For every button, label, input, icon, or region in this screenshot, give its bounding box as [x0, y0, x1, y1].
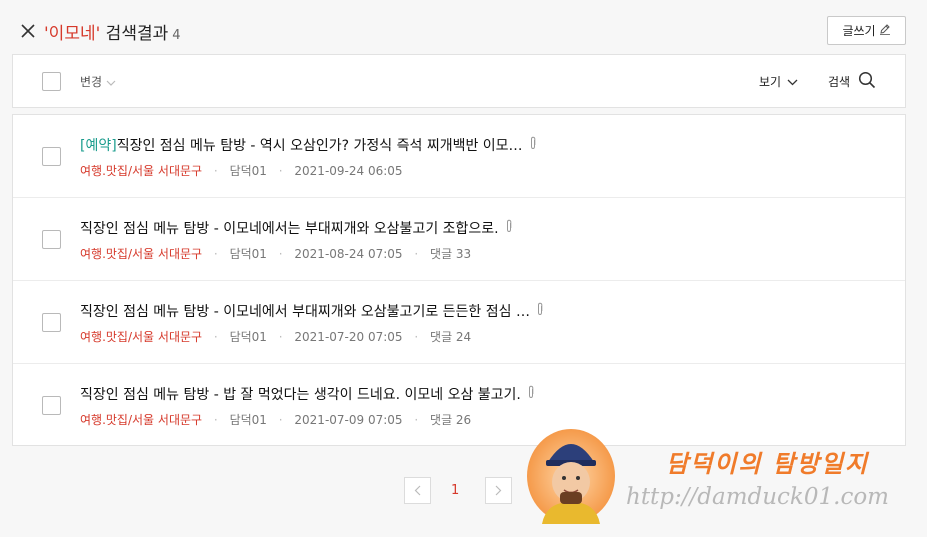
- meta-separator: ·: [278, 330, 283, 344]
- meta-separator: ·: [414, 330, 419, 344]
- select-all-checkbox[interactable]: [42, 72, 61, 91]
- post-date: 2021-09-24 06:05: [294, 164, 403, 178]
- meta-separator: ·: [414, 247, 419, 261]
- watermark-title: 담덕이의 탐방일지: [666, 450, 869, 478]
- post-checkbox[interactable]: [42, 230, 61, 249]
- post-row[interactable]: 직장인 점심 메뉴 탐방 - 이모네에서는 부대찌개와 오삼불고기 조합으로. …: [13, 198, 905, 281]
- view-label: 보기: [759, 75, 782, 89]
- page-title: '이모네' 검색결과 4: [44, 19, 181, 44]
- post-title-link[interactable]: 직장인 점심 메뉴 탐방 - 이모네에서는 부대찌개와 오삼불고기 조합으로.: [80, 218, 513, 238]
- chevron-down-icon: [106, 75, 116, 89]
- post-comments[interactable]: 댓글 24: [430, 330, 471, 344]
- post-tag: [예약]: [80, 138, 117, 154]
- meta-separator: ·: [278, 247, 283, 261]
- next-page-button[interactable]: [485, 477, 512, 504]
- change-label: 변경: [80, 75, 103, 89]
- meta-separator: ·: [213, 247, 218, 261]
- post-date: 2021-07-09 07:05: [294, 413, 403, 427]
- post-author[interactable]: 담덕01: [230, 247, 267, 261]
- chevron-left-icon: [414, 485, 421, 496]
- chevron-right-icon: [495, 485, 502, 496]
- search-keyword: '이모네': [44, 24, 101, 44]
- page-number-current[interactable]: 1: [451, 483, 459, 498]
- meta-separator: ·: [213, 413, 218, 427]
- post-author[interactable]: 담덕01: [230, 413, 267, 427]
- post-date: 2021-08-24 07:05: [294, 247, 403, 261]
- post-checkbox[interactable]: [42, 313, 61, 332]
- meta-separator: ·: [278, 413, 283, 427]
- post-checkbox[interactable]: [42, 396, 61, 415]
- meta-separator: ·: [414, 413, 419, 427]
- meta-separator: ·: [278, 164, 283, 178]
- blog-watermark: 담덕이의 탐방일지 http://damduck01.com: [526, 428, 926, 528]
- pencil-icon: [879, 23, 891, 38]
- post-title-link[interactable]: 직장인 점심 메뉴 탐방 - 밥 잘 먹었다는 생각이 드네요. 이모네 오삼 …: [80, 384, 535, 404]
- post-author[interactable]: 담덕01: [230, 164, 267, 178]
- search-icon: [858, 71, 876, 92]
- post-comments[interactable]: 댓글 26: [430, 413, 471, 427]
- post-category[interactable]: 여행.맛집/서울 서대문구: [80, 330, 202, 344]
- post-comments[interactable]: 댓글 33: [430, 247, 471, 261]
- post-title: 직장인 점심 메뉴 탐방 - 밥 잘 먹었다는 생각이 드네요. 이모네 오삼 …: [80, 387, 521, 403]
- post-meta: 여행.맛집/서울 서대문구 · 담덕01 · 2021-08-24 07:05 …: [80, 245, 471, 262]
- post-category[interactable]: 여행.맛집/서울 서대문구: [80, 164, 202, 178]
- prev-page-button[interactable]: [404, 477, 431, 504]
- attachment-clip-icon: [505, 219, 513, 237]
- post-title: 직장인 점심 메뉴 탐방 - 이모네에서 부대찌개와 오삼불고기로 든든한 점심…: [80, 304, 530, 320]
- write-label: 글쓰기: [842, 24, 876, 38]
- post-title-link[interactable]: 직장인 점심 메뉴 탐방 - 이모네에서 부대찌개와 오삼불고기로 든든한 점심…: [80, 301, 544, 321]
- post-category[interactable]: 여행.맛집/서울 서대문구: [80, 247, 202, 261]
- attachment-clip-icon: [536, 302, 544, 320]
- chevron-down-icon: [787, 75, 798, 89]
- post-row[interactable]: 직장인 점심 메뉴 탐방 - 이모네에서 부대찌개와 오삼불고기로 든든한 점심…: [13, 281, 905, 364]
- search-header: '이모네' 검색결과 4 글쓰기: [0, 0, 927, 62]
- list-toolbar: 변경 보기 검색: [12, 54, 906, 108]
- post-checkbox[interactable]: [42, 147, 61, 166]
- post-title-link[interactable]: [예약] 직장인 점심 메뉴 탐방 - 역시 오삼인가? 가정식 즉석 찌개백반…: [80, 135, 537, 155]
- write-button[interactable]: 글쓰기: [827, 16, 906, 45]
- post-date: 2021-07-20 07:05: [294, 330, 403, 344]
- post-row[interactable]: [예약] 직장인 점심 메뉴 탐방 - 역시 오삼인가? 가정식 즉석 찌개백반…: [13, 115, 905, 198]
- post-list: [예약] 직장인 점심 메뉴 탐방 - 역시 오삼인가? 가정식 즉석 찌개백반…: [12, 114, 906, 446]
- pagination: 1: [404, 477, 514, 505]
- view-dropdown[interactable]: 보기: [759, 73, 798, 90]
- attachment-clip-icon: [527, 385, 535, 403]
- post-title: 직장인 점심 메뉴 탐방 - 이모네에서는 부대찌개와 오삼불고기 조합으로.: [80, 221, 499, 237]
- meta-separator: ·: [213, 330, 218, 344]
- post-meta: 여행.맛집/서울 서대문구 · 담덕01 · 2021-09-24 06:05 …: [80, 162, 403, 179]
- mascot-avatar: [526, 428, 616, 524]
- post-meta: 여행.맛집/서울 서대문구 · 담덕01 · 2021-07-09 07:05 …: [80, 411, 471, 428]
- title-suffix: 검색결과: [100, 24, 169, 44]
- post-author[interactable]: 담덕01: [230, 330, 267, 344]
- result-count: 4: [172, 28, 181, 43]
- post-category[interactable]: 여행.맛집/서울 서대문구: [80, 413, 202, 427]
- close-icon[interactable]: [19, 22, 37, 40]
- change-dropdown[interactable]: 변경: [80, 73, 116, 90]
- search-label: 검색: [828, 75, 851, 89]
- meta-separator: ·: [213, 164, 218, 178]
- search-button[interactable]: 검색: [828, 71, 876, 92]
- post-title: 직장인 점심 메뉴 탐방 - 역시 오삼인가? 가정식 즉석 찌개백반 이모…: [116, 138, 523, 154]
- post-meta: 여행.맛집/서울 서대문구 · 담덕01 · 2021-07-20 07:05 …: [80, 328, 471, 345]
- watermark-url: http://damduck01.com: [626, 484, 889, 510]
- attachment-clip-icon: [529, 136, 537, 154]
